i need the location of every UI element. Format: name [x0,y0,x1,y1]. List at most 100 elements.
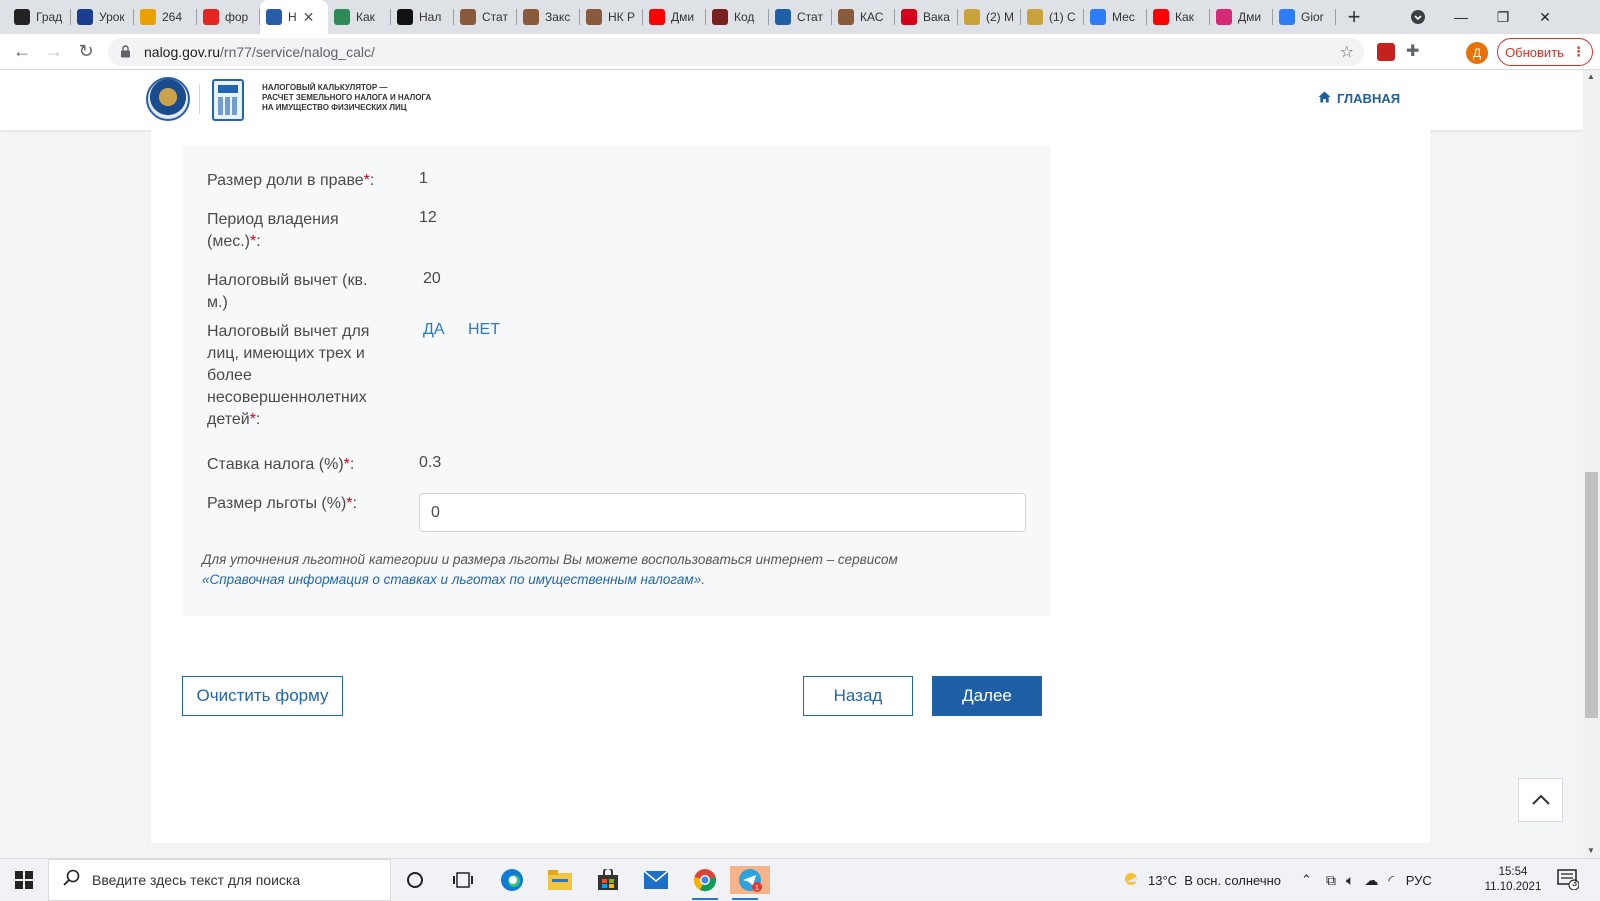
tab-label: Урок [99,10,125,24]
shield-icon [964,9,980,25]
note-text: Для уточнения льготной категории и разме… [202,552,898,567]
browser-tab[interactable]: (1) С [1021,0,1084,34]
browser-tab[interactable]: (2) М [958,0,1021,34]
fns-icon [266,9,282,25]
scroll-thumb[interactable] [1585,472,1598,718]
browser-tab[interactable]: Урок [71,0,134,34]
cortana-icon[interactable] [400,866,430,894]
volume-icon[interactable]: 🔈︎ [1346,872,1354,889]
task-view-icon[interactable] [448,866,478,894]
reload-icon[interactable]: ↻ [70,36,102,68]
tj-icon [397,9,413,25]
yandex-icon [203,9,219,25]
clock-time: 15:54 [1498,866,1528,878]
wifi-icon[interactable]: ◜ [1388,872,1393,889]
deduction-value: 20 [423,270,441,287]
store-icon[interactable] [593,866,623,894]
flag-icon [775,9,791,25]
update-browser-button[interactable]: Обновить ⋮ [1497,38,1593,66]
address-bar[interactable]: nalog.gov.ru/rn77/service/nalog_calc/ ☆ [108,38,1364,66]
browser-tab[interactable]: НК Р [580,0,643,34]
browser-tab[interactable]: фор [197,0,260,34]
home-label: ГЛАВНАЯ [1337,91,1401,106]
browser-tab[interactable]: 264 [134,0,197,34]
file-explorer-icon[interactable] [545,866,575,894]
mail-app-icon[interactable] [641,866,671,894]
weather-text[interactable]: 13°C В осн. солнечно [1148,873,1281,888]
clock[interactable]: 15:54 11.10.2021 [1478,865,1548,895]
pause-icon [1279,9,1295,25]
tab-label: Вака [923,10,950,24]
forward-arrow-icon[interactable]: → [38,36,70,68]
browser-tab[interactable]: Как [1147,0,1210,34]
bookmark-star-icon[interactable]: ☆ [1340,42,1354,62]
consultant-icon [460,9,476,25]
browser-tab[interactable]: Как [328,0,391,34]
home-nav-link[interactable]: ГЛАВНАЯ [1318,91,1400,106]
tab-label: Закс [545,10,571,24]
update-label: Обновить [1505,44,1564,60]
tab-search-icon[interactable] [1395,0,1441,34]
browser-tab[interactable]: КАС [832,0,895,34]
fns-emblem-logo[interactable] [146,77,190,121]
start-button[interactable] [0,859,48,901]
notification-center-icon[interactable]: 3 [1557,868,1587,894]
tab-label: 264 [162,10,183,24]
weather-sun-icon[interactable] [1122,870,1140,891]
benefit-note: Для уточнения льготной категории и разме… [202,552,898,587]
tab-label: (2) М [986,10,1014,24]
browser-tab[interactable]: Код [706,0,769,34]
close-window-button[interactable]: ✕ [1522,0,1568,34]
browser-tab[interactable]: Град [8,0,71,34]
inv-icon [14,9,30,25]
windows-taskbar: Введите здесь текст для поиска 1 13°C В … [0,858,1600,901]
restore-button[interactable]: ❐ [1480,0,1526,34]
children-deduction-yes[interactable]: ДА [423,321,445,339]
benefit-input[interactable] [419,493,1026,532]
new-tab-button[interactable]: + [1336,0,1372,34]
minimize-button[interactable]: — [1438,0,1484,34]
tray-chevron-up-icon[interactable]: ⌃ [1301,872,1312,888]
keyboard-language[interactable]: РУС [1406,873,1432,888]
back-button[interactable]: Назад [803,676,913,716]
browser-tab[interactable]: Gior [1273,0,1336,34]
site-title: НАЛОГОВЫЙ КАЛЬКУЛЯТОР — РАСЧЕТ ЗЕМЕЛЬНОГ… [262,83,442,113]
browser-tab[interactable]: Дми [1210,0,1273,34]
edge-icon[interactable] [497,866,527,894]
tab-label: Как [1175,10,1194,24]
kodeks-icon [712,9,728,25]
site-title-line1: НАЛОГОВЫЙ КАЛЬКУЛЯТОР — [262,83,388,92]
page-scrollbar[interactable]: ▲ ▼ [1583,70,1600,858]
browser-tab[interactable]: Закс [517,0,580,34]
rates-benefits-link[interactable]: «Справочная информация о ставках и льгот… [202,572,701,587]
browser-tab[interactable]: Стат [454,0,517,34]
browser-tab[interactable]: Стат [769,0,832,34]
profile-avatar[interactable]: Д [1466,42,1488,64]
chevron-up-icon [1531,794,1550,805]
chrome-icon[interactable] [690,866,720,900]
meet-now-icon[interactable]: ⧉ [1326,872,1336,889]
scroll-down-arrow-icon[interactable]: ▼ [1587,846,1595,855]
browser-tab[interactable]: Мес [1084,0,1147,34]
pdf-extension-icon[interactable] [1377,43,1395,61]
pause-icon [1090,9,1106,25]
tab-close-icon[interactable]: ✕ [303,9,315,26]
tab-label: Мес [1112,10,1135,24]
children-deduction-no[interactable]: НЕТ [468,321,500,339]
browser-tab[interactable]: Н ✕ [260,0,328,34]
telegram-icon[interactable]: 1 [730,866,770,900]
onedrive-icon[interactable]: ☁︎ [1364,872,1378,889]
next-button[interactable]: Далее [932,676,1042,716]
clear-form-button[interactable]: Очистить форму [182,676,343,716]
browser-tab[interactable]: Вака [895,0,958,34]
hh-icon [901,9,917,25]
scroll-to-top-button[interactable] [1518,778,1563,822]
lock-icon [120,45,134,59]
taskbar-search[interactable]: Введите здесь текст для поиска [48,859,391,901]
youtube-icon [1153,9,1169,25]
browser-tab[interactable]: Нал [391,0,454,34]
browser-tab[interactable]: Дми [643,0,706,34]
back-arrow-icon[interactable]: ← [6,36,38,68]
extensions-puzzle-icon[interactable]: ✚ [1406,41,1424,60]
scroll-up-arrow-icon[interactable]: ▲ [1587,72,1595,81]
